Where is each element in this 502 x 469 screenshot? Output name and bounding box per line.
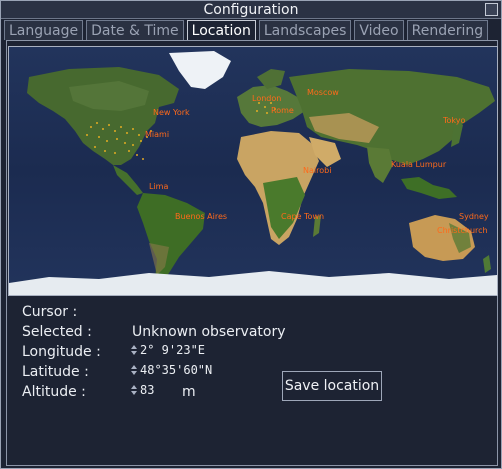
altitude-value[interactable]: 83 [140,383,154,397]
tab-rendering[interactable]: Rendering [406,20,489,40]
configuration-window: Configuration Language Date & Time Locat… [0,0,502,469]
world-map[interactable]: London Rome Moscow New York Miami Tokyo … [8,46,498,296]
spinner-arrows-icon[interactable] [131,344,138,356]
city-label-christchurch: Christchurch [437,226,488,235]
title-bar[interactable]: Configuration [1,1,501,19]
city-label-buenos-aires: Buenos Aires [175,212,228,221]
spinner-arrows-icon[interactable] [131,364,138,376]
longitude-value[interactable]: 2° 9'23"E [140,343,205,357]
city-label-lima: Lima [149,182,169,191]
city-label-miami: Miami [145,130,170,139]
city-label-rome: Rome [271,106,294,115]
latitude-spinbox[interactable]: 48°35'60"N [131,361,212,379]
tab-bar: Language Date & Time Location Landscapes… [4,20,489,40]
city-label-kuala-lumpur: Kuala Lumpur [391,160,447,169]
city-label-nairobi: Nairobi [303,166,332,175]
latitude-value[interactable]: 48°35'60"N [140,363,212,377]
city-label-tokyo: Tokyo [443,116,466,125]
tab-video[interactable]: Video [354,20,404,40]
city-label-moscow: Moscow [307,88,339,97]
city-label-cape-town: Cape Town [281,212,325,221]
location-panel: London Rome Moscow New York Miami Tokyo … [6,40,498,466]
longitude-spinbox[interactable]: 2° 9'23"E [131,341,205,359]
altitude-label: Altitude : [22,384,86,400]
window-title: Configuration [203,2,299,18]
altitude-unit: m [182,384,196,400]
city-label-sydney: Sydney [459,212,489,221]
city-label-london: London [252,94,282,103]
tab-location[interactable]: Location [186,20,256,40]
tab-landscapes[interactable]: Landscapes [258,20,352,40]
selected-label: Selected : [22,324,92,340]
city-label-new-york: New York [153,108,190,117]
world-map-image [9,47,497,295]
tab-language[interactable]: Language [4,20,84,40]
altitude-spinbox[interactable]: 83 [131,381,154,399]
latitude-label: Latitude : [22,364,89,380]
spinner-arrows-icon[interactable] [131,384,138,396]
selected-value: Unknown observatory [132,324,286,340]
cursor-label: Cursor : [22,304,78,320]
close-icon[interactable] [485,3,498,16]
tab-date-time[interactable]: Date & Time [86,20,184,40]
save-location-button[interactable]: Save location [282,371,382,401]
longitude-label: Longitude : [22,344,101,360]
